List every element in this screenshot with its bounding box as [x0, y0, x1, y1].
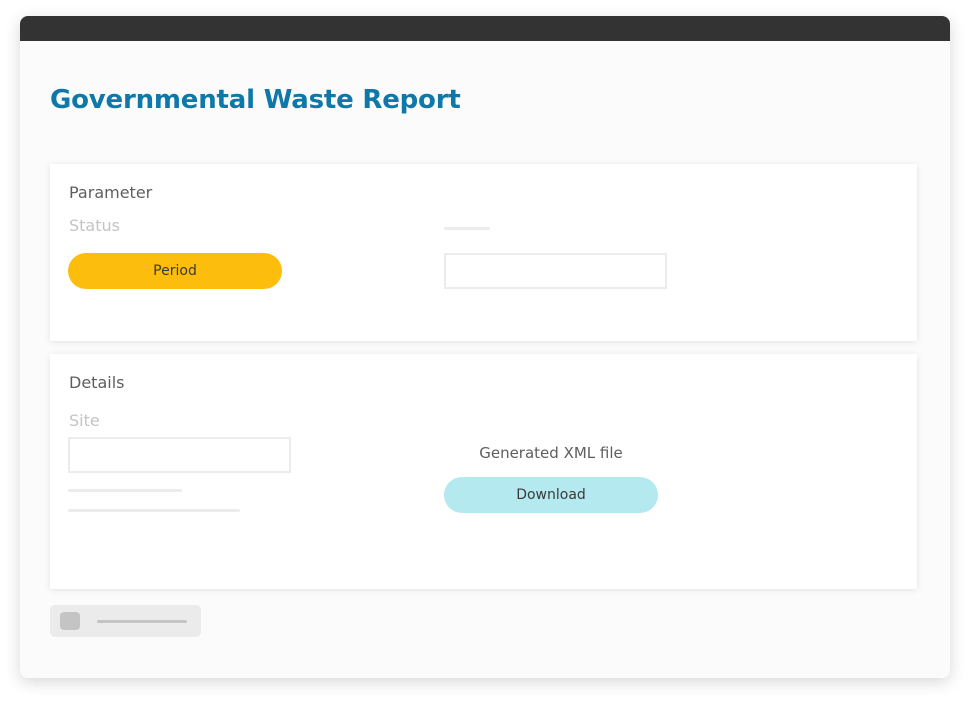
- status-label: Status: [69, 216, 120, 235]
- site-input[interactable]: [68, 437, 291, 473]
- chip-label-placeholder: [97, 620, 187, 623]
- download-button[interactable]: Download: [444, 477, 658, 513]
- parameter-heading: Parameter: [69, 183, 153, 202]
- status-value-placeholder: [444, 227, 490, 230]
- footer-action-chip[interactable]: [50, 605, 201, 637]
- period-button[interactable]: Period: [68, 253, 282, 289]
- chip-checkbox-icon: [60, 612, 80, 630]
- parameter-card: Parameter Status Period: [50, 164, 917, 341]
- site-label: Site: [69, 411, 100, 430]
- report-page: Governmental Waste Report Parameter Stat…: [20, 41, 950, 678]
- details-card: Details Site Generated XML file Download: [50, 354, 917, 589]
- period-input[interactable]: [444, 253, 667, 289]
- app-window: Governmental Waste Report Parameter Stat…: [20, 16, 950, 678]
- details-heading: Details: [69, 373, 125, 392]
- page-title: Governmental Waste Report: [50, 85, 461, 115]
- site-detail-line-2: [68, 509, 240, 512]
- generated-xml-label: Generated XML file: [479, 444, 623, 462]
- site-detail-line-1: [68, 489, 182, 492]
- window-titlebar: [20, 16, 950, 41]
